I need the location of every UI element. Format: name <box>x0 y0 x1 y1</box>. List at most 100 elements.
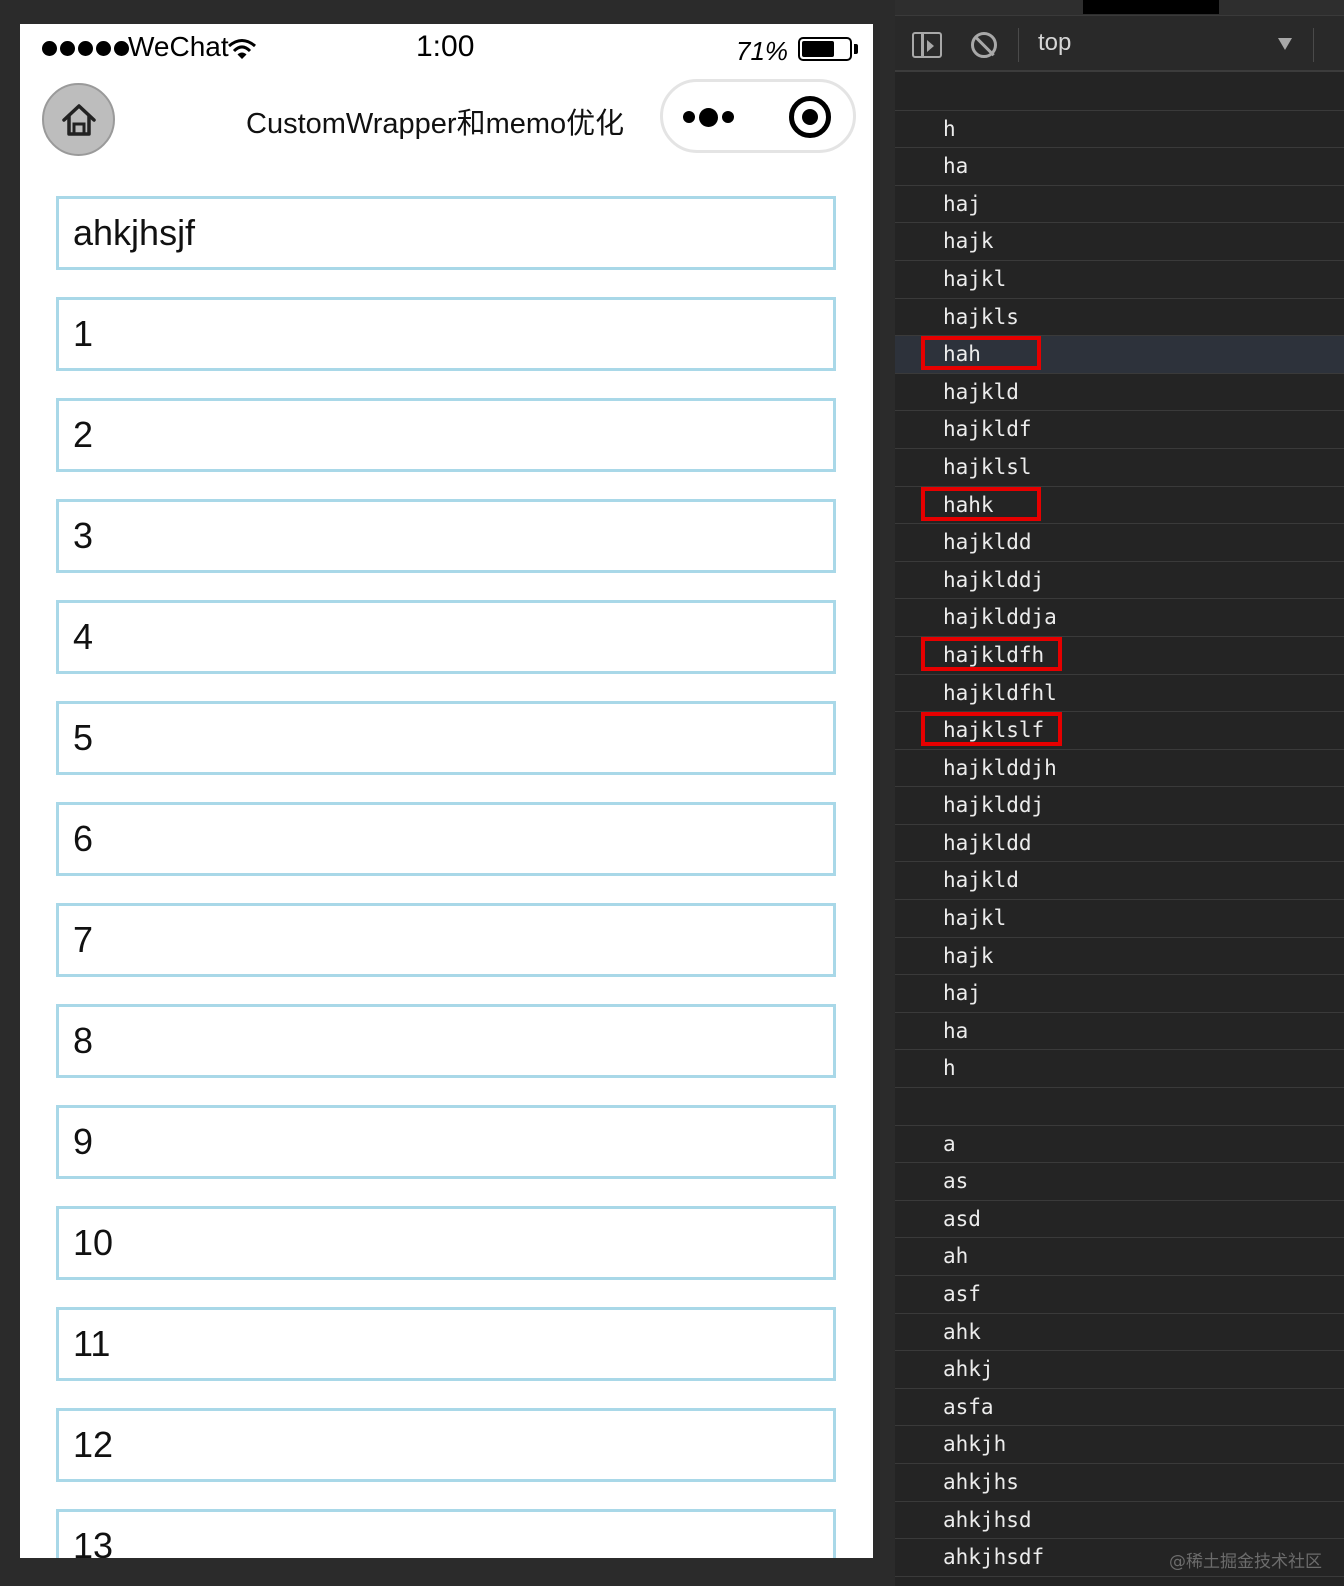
battery-level-fill <box>802 41 834 57</box>
sidebar-toggle-icon[interactable] <box>912 32 942 58</box>
console-log-row: hajkldd <box>895 524 1344 562</box>
console-log-row: asd <box>895 1201 1344 1239</box>
console-log-row: haj <box>895 975 1344 1013</box>
status-bar: WeChat 1:00 71% <box>20 24 873 72</box>
console-log-text: ahk <box>943 1319 981 1344</box>
text-input[interactable]: 4 <box>56 600 836 674</box>
devtools-console: top h ha haj hajk hajkl hajkls hah hajkld hajkld… <box>895 0 1344 1586</box>
console-log-row: asfa <box>895 1389 1344 1427</box>
console-log-text: ahkjhs <box>943 1469 1019 1494</box>
text-input[interactable]: ahkjhsjf <box>56 196 836 270</box>
console-log-text: hajkldd <box>943 830 1032 855</box>
home-icon <box>61 103 96 136</box>
text-input[interactable]: 11 <box>56 1307 836 1381</box>
console-log-text: as <box>943 1169 969 1194</box>
console-log: h ha haj hajk hajkl hajkls hah hajkld hajkldf haj… <box>895 73 1344 1577</box>
console-log-text: hajkldfhl <box>943 680 1057 705</box>
console-log-row: ahkj <box>895 1351 1344 1389</box>
text-input[interactable]: 13 <box>56 1509 836 1558</box>
wifi-icon <box>228 39 256 59</box>
console-log-text: a <box>943 1131 956 1156</box>
console-log-row: ahkjhsd <box>895 1502 1344 1540</box>
clear-console-icon[interactable] <box>971 32 997 58</box>
console-log-text: hajkldf <box>943 417 1032 442</box>
console-log-text: hajkldfh <box>943 642 1045 667</box>
console-log-text: ah <box>943 1244 969 1269</box>
console-log-row: hajkl <box>895 261 1344 299</box>
console-log-text: h <box>943 116 956 141</box>
text-input[interactable]: 8 <box>56 1004 836 1078</box>
console-log-row: hajkldfh <box>895 636 1344 675</box>
console-log-row: hajkld <box>895 374 1344 412</box>
text-input[interactable]: 3 <box>56 499 836 573</box>
console-log-row: asf <box>895 1276 1344 1314</box>
battery-tip <box>854 44 858 54</box>
console-log-row: hajkldd <box>895 825 1344 863</box>
console-log-text: ha <box>943 154 969 179</box>
console-log-row: ah <box>895 1238 1344 1276</box>
more-dots-icon <box>699 107 718 127</box>
dropdown-arrow-icon[interactable] <box>1278 38 1292 50</box>
console-log-row: hajklddj <box>895 787 1344 825</box>
console-log-row: hajklsl <box>895 449 1344 487</box>
carrier-label: WeChat <box>128 31 229 62</box>
close-button[interactable] <box>789 96 831 138</box>
console-log-text: hajklslf <box>943 718 1045 743</box>
signal-strength-icon <box>42 41 129 56</box>
console-log-text: ahkjh <box>943 1432 1007 1457</box>
console-log-text: hajk <box>943 943 994 968</box>
home-button[interactable] <box>42 83 115 156</box>
text-input[interactable]: 9 <box>56 1105 836 1179</box>
console-log-row: ha <box>895 148 1344 186</box>
toolbar-divider <box>1018 28 1019 62</box>
highlight-box <box>921 336 1041 371</box>
page-title: CustomWrapper和memo优化 <box>246 108 625 140</box>
console-log-row: hajkldf <box>895 411 1344 449</box>
console-log-text: hajkl <box>943 906 1007 931</box>
console-log-text: hajklddja <box>943 605 1057 630</box>
console-empty-row <box>895 73 1344 111</box>
console-log-text: hah <box>943 342 981 367</box>
console-log-row: ahkjhs <box>895 1464 1344 1502</box>
text-input[interactable]: 7 <box>56 903 836 977</box>
text-input[interactable]: 5 <box>56 701 836 775</box>
console-log-row: ahkjh <box>895 1426 1344 1464</box>
text-input[interactable]: 6 <box>56 802 836 876</box>
console-log-row: hajk <box>895 223 1344 261</box>
context-selector[interactable]: top <box>1038 29 1071 57</box>
console-log-text: hajklddj <box>943 793 1045 818</box>
nav-bar: CustomWrapper和memo优化 <box>20 76 873 164</box>
console-log-text: hajklsl <box>943 454 1032 479</box>
console-log-text: asfa <box>943 1394 994 1419</box>
battery-percent: 71% <box>736 36 789 66</box>
close-target-icon <box>802 109 818 125</box>
console-log-row: ahk <box>895 1314 1344 1352</box>
console-log-text: haj <box>943 981 981 1006</box>
simulator-screen: WeChat 1:00 71% CustomWrapper和memo优化 ahk… <box>20 24 873 1558</box>
text-input[interactable]: 12 <box>56 1408 836 1482</box>
status-time: 1:00 <box>416 30 475 63</box>
more-dots-icon <box>722 111 734 123</box>
console-log-text: ahkjhsdf <box>943 1545 1045 1570</box>
panel-divider[interactable] <box>873 0 895 1586</box>
console-log-row: hahk <box>895 486 1344 525</box>
console-log-row: hajkls <box>895 299 1344 337</box>
console-toolbar: top <box>895 16 1344 72</box>
console-log-text: hajkld <box>943 868 1019 893</box>
console-log-row: haj <box>895 186 1344 224</box>
more-button[interactable] <box>683 104 741 130</box>
input-list: ahkjhsjf 1 2 3 4 5 6 7 8 9 10 11 12 13 <box>56 196 836 1558</box>
console-log-text: asf <box>943 1282 981 1306</box>
text-input[interactable]: 1 <box>56 297 836 371</box>
console-log-text: hajk <box>943 229 994 254</box>
console-log-row: hajklslf <box>895 712 1344 750</box>
battery-icon <box>798 37 852 61</box>
text-input[interactable]: 10 <box>56 1206 836 1280</box>
text-input[interactable]: 2 <box>56 398 836 472</box>
console-log-text: haj <box>943 191 981 216</box>
console-log-row: ha <box>895 1013 1344 1051</box>
redacted-tab <box>1083 0 1219 14</box>
toolbar-divider <box>1313 28 1314 62</box>
console-log-row: hajkld <box>895 862 1344 901</box>
console-log-row: hajklddjh <box>895 750 1344 788</box>
